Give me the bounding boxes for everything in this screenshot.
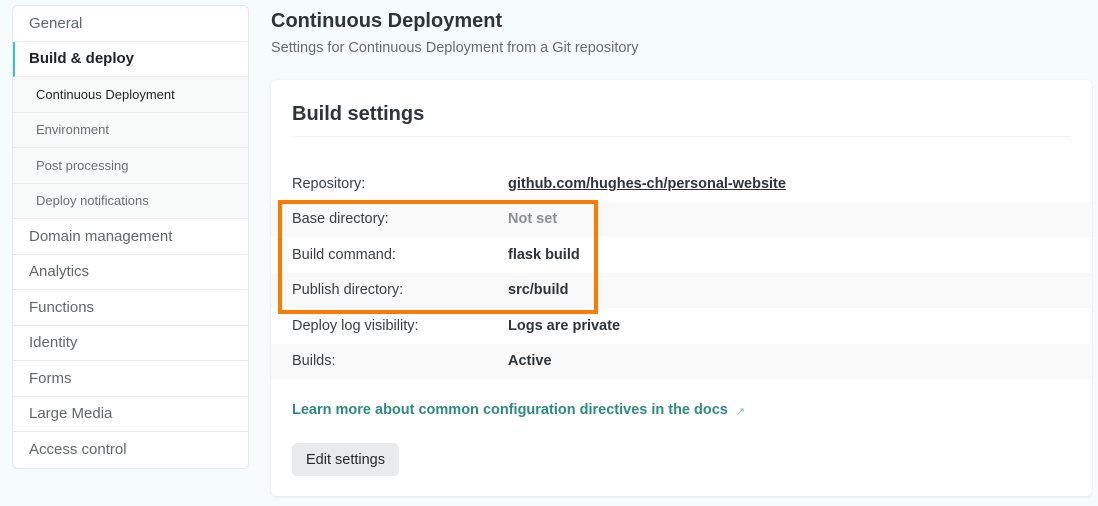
build-settings-card: Build settings Repository: github.com/hu… (271, 80, 1092, 496)
settings-sidebar: General Build & deploy Continuous Deploy… (12, 5, 249, 469)
repository-link[interactable]: github.com/hughes-ch/personal-website (508, 176, 786, 192)
settings-list: Repository: github.com/hughes-ch/persona… (271, 166, 1092, 379)
setting-row-base-directory: Base directory: Not set (271, 201, 1092, 237)
setting-row-deploy-log-visibility: Deploy log visibility: Logs are private (271, 308, 1092, 344)
setting-value: src/build (508, 282, 569, 299)
setting-value: flask build (508, 246, 580, 263)
page-title: Continuous Deployment (271, 10, 503, 32)
setting-value: Not set (508, 211, 558, 228)
sidebar-item-functions[interactable]: Functions (13, 290, 248, 326)
setting-label: Repository: (292, 175, 366, 192)
sidebar-subitem-deploy-notifications[interactable]: Deploy notifications (13, 183, 248, 219)
edit-settings-button[interactable]: Edit settings (292, 443, 399, 476)
sidebar-item-analytics[interactable]: Analytics (13, 255, 248, 290)
external-link-icon: ↗ (735, 406, 746, 418)
setting-row-repository: Repository: github.com/hughes-ch/persona… (271, 166, 1092, 202)
sidebar-item-large-media[interactable]: Large Media (13, 397, 248, 432)
setting-label: Build command: (292, 246, 396, 263)
sidebar-item-identity[interactable]: Identity (13, 326, 248, 361)
setting-value: Logs are private (508, 317, 621, 334)
setting-value: Active (508, 353, 552, 370)
sidebar-item-forms[interactable]: Forms (13, 361, 248, 397)
setting-row-build-command: Build command: flask build (271, 237, 1092, 273)
sidebar-item-access-control[interactable]: Access control (13, 432, 248, 468)
setting-label: Builds: (292, 353, 336, 370)
card-title: Build settings (292, 103, 425, 125)
sidebar-subitem-post-processing[interactable]: Post processing (13, 148, 248, 184)
sidebar-item-domain-management[interactable]: Domain management (13, 219, 248, 255)
docs-link[interactable]: Learn more about common configuration di… (292, 402, 745, 418)
setting-row-publish-directory: Publish directory: src/build (271, 272, 1092, 308)
page-subtitle: Settings for Continuous Deployment from … (271, 40, 639, 56)
sidebar-item-general[interactable]: General (13, 6, 248, 42)
sidebar-subitem-continuous-deployment[interactable]: Continuous Deployment (13, 77, 248, 113)
setting-label: Publish directory: (292, 282, 404, 299)
docs-link-label: Learn more about common configuration di… (292, 402, 728, 418)
page: General Build & deploy Continuous Deploy… (0, 0, 1098, 506)
card-divider (292, 136, 1071, 137)
sidebar-item-build-deploy[interactable]: Build & deploy (13, 41, 248, 77)
setting-row-builds: Builds: Active (271, 343, 1092, 379)
setting-label: Base directory: (292, 211, 389, 228)
sidebar-subitem-environment[interactable]: Environment (13, 112, 248, 148)
setting-label: Deploy log visibility: (292, 317, 419, 334)
